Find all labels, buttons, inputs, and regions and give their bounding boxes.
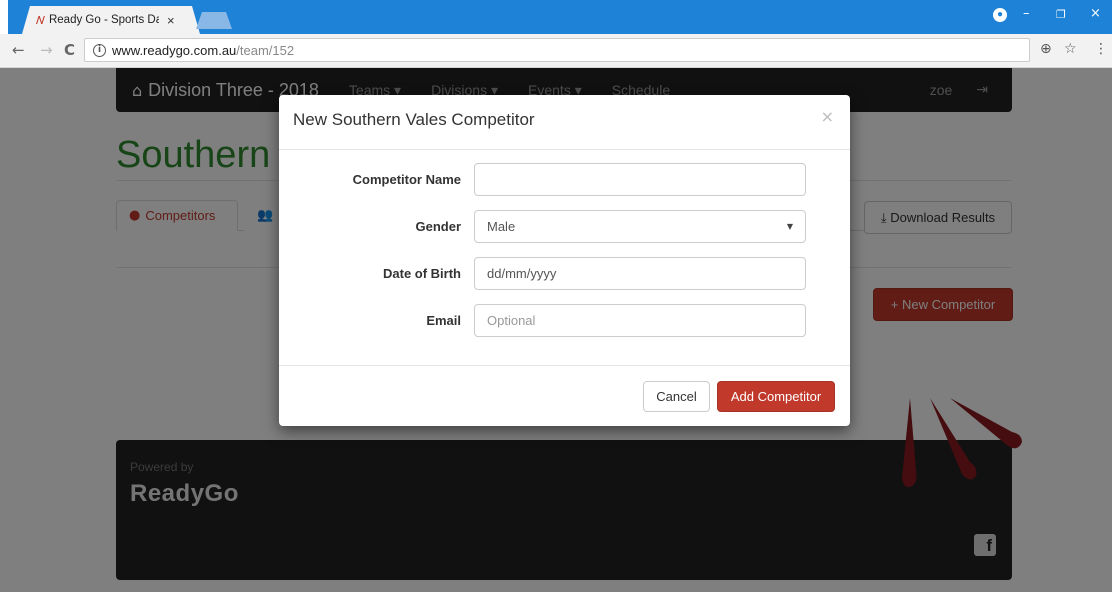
tab-strip: /\/ Ready Go - Sports Day M × ● – ❐ × bbox=[8, 0, 1112, 34]
url-path: /team/152 bbox=[236, 42, 295, 58]
dob-input[interactable] bbox=[474, 257, 806, 290]
new-tab-button[interactable] bbox=[196, 12, 232, 29]
info-icon[interactable]: i bbox=[93, 43, 106, 57]
email-input[interactable] bbox=[474, 304, 806, 337]
reload-icon[interactable]: C bbox=[64, 41, 75, 59]
tab-close-icon[interactable]: × bbox=[167, 13, 175, 28]
modal-title: New Southern Vales Competitor bbox=[293, 110, 535, 129]
modal-header: New Southern Vales Competitor × bbox=[279, 95, 850, 150]
tab-title: Ready Go - Sports Day M bbox=[48, 14, 159, 26]
competitor-name-input[interactable] bbox=[474, 163, 806, 196]
gender-select[interactable]: Male ▼ bbox=[474, 210, 806, 243]
window-close-icon[interactable]: × bbox=[1090, 6, 1101, 21]
browser-tab[interactable]: /\/ Ready Go - Sports Day M × bbox=[22, 6, 200, 34]
gender-row: Gender Male ▼ bbox=[279, 210, 850, 243]
browser-chrome: /\/ Ready Go - Sports Day M × ● – ❐ × ← … bbox=[0, 0, 1112, 68]
forward-icon[interactable]: → bbox=[40, 41, 53, 59]
email-label: Email bbox=[426, 313, 461, 328]
modal-body: Competitor Name Gender Male ▼ Date of Bi… bbox=[279, 150, 850, 366]
restore-icon[interactable]: ❐ bbox=[1056, 8, 1066, 21]
menu-icon[interactable]: ⋮ bbox=[1094, 41, 1108, 57]
readygo-favicon-icon: /\/ bbox=[36, 14, 45, 26]
dob-label: Date of Birth bbox=[383, 266, 461, 281]
chevron-down-icon: ▼ bbox=[786, 222, 793, 231]
minimize-icon[interactable]: – bbox=[1023, 6, 1030, 21]
back-icon[interactable]: ← bbox=[12, 41, 25, 59]
new-competitor-modal: New Southern Vales Competitor × Competit… bbox=[279, 95, 850, 426]
dob-row: Date of Birth bbox=[279, 257, 850, 290]
browser-toolbar: ← → C i www.readygo.com.au /team/152 ⊕ ☆… bbox=[0, 34, 1112, 68]
cancel-button[interactable]: Cancel bbox=[643, 381, 710, 412]
bookmark-star-icon[interactable]: ☆ bbox=[1064, 41, 1077, 57]
profile-icon[interactable]: ● bbox=[993, 8, 1007, 22]
add-competitor-button[interactable]: Add Competitor bbox=[717, 381, 835, 412]
email-row: Email bbox=[279, 304, 850, 337]
competitor-name-label: Competitor Name bbox=[352, 172, 461, 187]
competitor-name-row: Competitor Name bbox=[279, 163, 850, 196]
gender-selected-value: Male bbox=[487, 219, 516, 234]
zoom-icon[interactable]: ⊕ bbox=[1040, 41, 1052, 57]
gender-label: Gender bbox=[415, 219, 461, 234]
modal-close-icon[interactable]: × bbox=[821, 107, 834, 126]
address-bar[interactable]: i www.readygo.com.au /team/152 bbox=[84, 38, 1030, 62]
url-host: www.readygo.com.au bbox=[112, 42, 237, 58]
modal-footer: Cancel Add Competitor bbox=[279, 366, 850, 426]
